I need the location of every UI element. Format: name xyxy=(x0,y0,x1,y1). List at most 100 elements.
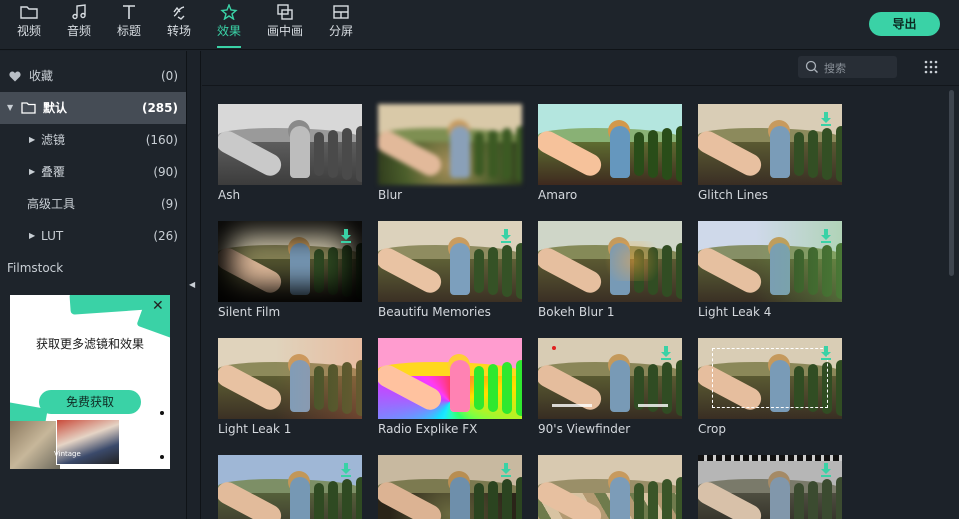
promo-title: 获取更多滤镜和效果 xyxy=(35,337,144,351)
effect-name: Amaro xyxy=(538,188,578,202)
active-tab-indicator xyxy=(217,46,241,48)
sidebar-item-advanced-tools[interactable]: 高级工具 (9) xyxy=(0,188,186,220)
panel-divider xyxy=(202,85,959,86)
effect-thumbnail[interactable] xyxy=(538,221,682,302)
effect-card[interactable] xyxy=(218,455,362,519)
effect-thumbnail[interactable] xyxy=(218,104,362,185)
tab-effects-label: 效果 xyxy=(216,24,241,38)
scrollbar[interactable] xyxy=(949,90,954,276)
effect-thumbnail[interactable] xyxy=(378,338,522,419)
effect-card[interactable] xyxy=(378,455,522,519)
pip-icon xyxy=(277,4,293,20)
music-note-icon xyxy=(72,4,86,20)
tab-split-screen[interactable]: 分屏 xyxy=(319,4,363,44)
filmstock-promo-banner: ✕ 获取更多滤镜和效果 免费获取 Vintage xyxy=(10,295,170,469)
tab-transitions-label: 转场 xyxy=(166,24,191,38)
download-icon[interactable] xyxy=(340,462,352,481)
search-placeholder: 搜索 xyxy=(824,62,846,75)
effect-card[interactable]: 90's Viewfinder xyxy=(538,338,682,438)
effect-name: Ash xyxy=(218,188,241,202)
carousel-dot[interactable] xyxy=(160,411,164,415)
chevron-right-icon[interactable]: ▶ xyxy=(29,124,35,156)
effect-name: Light Leak 1 xyxy=(218,422,292,436)
search-input[interactable]: 搜索 xyxy=(798,56,897,78)
effect-card[interactable]: Silent Film xyxy=(218,221,362,321)
chevron-right-icon[interactable]: ▶ xyxy=(29,220,35,252)
download-icon[interactable] xyxy=(340,228,352,247)
promo-image xyxy=(56,419,120,465)
effect-card[interactable]: Bokeh Blur 1 xyxy=(538,221,682,321)
tab-transitions[interactable]: 转场 xyxy=(157,4,201,44)
effect-card[interactable]: Radio Explike FX xyxy=(378,338,522,438)
chevron-down-icon[interactable]: ▼ xyxy=(7,92,13,124)
sidebar-item-count: (160) xyxy=(145,133,178,147)
download-icon[interactable] xyxy=(820,111,832,130)
sidebar-item-label: 默认 xyxy=(43,101,68,115)
download-icon[interactable] xyxy=(500,462,512,481)
sidebar-item-label: LUT xyxy=(41,229,64,243)
effect-name: Glitch Lines xyxy=(698,188,768,202)
sidebar-item-favorites[interactable]: 收藏 (0) xyxy=(0,60,186,92)
effect-card[interactable]: Amaro xyxy=(538,104,682,204)
tab-audio[interactable]: 音频 xyxy=(57,4,101,44)
effect-card[interactable]: Light Leak 4 xyxy=(698,221,842,321)
effect-name: 90's Viewfinder xyxy=(538,422,631,436)
carousel-dot[interactable] xyxy=(160,455,164,459)
tab-pip[interactable]: 画中画 xyxy=(263,4,307,44)
effect-name: Crop xyxy=(698,422,727,436)
effect-thumbnail[interactable] xyxy=(378,104,522,185)
get-free-button[interactable]: 免费获取 xyxy=(39,390,141,414)
close-icon[interactable]: ✕ xyxy=(152,298,164,314)
effect-card[interactable]: Beautifu Memories xyxy=(378,221,522,321)
effect-name: Beautifu Memories xyxy=(378,305,491,319)
sidebar-item-count: (26) xyxy=(153,229,178,243)
effects-icon xyxy=(220,4,238,20)
download-icon[interactable] xyxy=(820,345,832,364)
tab-titles[interactable]: 标题 xyxy=(107,4,151,44)
sidebar-item-overlays[interactable]: ▶ 叠覆 (90) xyxy=(0,156,186,188)
effect-name: Radio Explike FX xyxy=(378,422,478,436)
effect-card[interactable]: Light Leak 1 xyxy=(218,338,362,438)
split-screen-icon xyxy=(333,5,349,19)
export-button[interactable]: 导出 xyxy=(869,12,940,36)
effect-name: Silent Film xyxy=(218,305,281,319)
sidebar-item-count: (9) xyxy=(161,197,178,211)
download-icon[interactable] xyxy=(820,228,832,247)
tab-video[interactable]: 视频 xyxy=(7,4,51,44)
effect-thumbnail[interactable] xyxy=(538,455,682,519)
download-icon[interactable] xyxy=(660,345,672,364)
sidebar-item-label: 收藏 xyxy=(29,69,54,83)
effect-thumbnail[interactable] xyxy=(538,104,682,185)
folder-icon xyxy=(21,102,36,114)
tab-video-label: 视频 xyxy=(16,24,41,38)
effect-card[interactable]: Crop xyxy=(698,338,842,438)
download-icon[interactable] xyxy=(820,462,832,481)
grid-view-icon[interactable] xyxy=(924,60,938,74)
tab-split-screen-label: 分屏 xyxy=(328,24,353,38)
effect-card[interactable]: Glitch Lines xyxy=(698,104,842,204)
effect-card[interactable] xyxy=(538,455,682,519)
effect-card[interactable] xyxy=(698,455,842,519)
sidebar-item-lut[interactable]: ▶ LUT (26) xyxy=(0,220,186,252)
effect-card[interactable]: Blur xyxy=(378,104,522,204)
promo-image xyxy=(10,421,60,469)
effect-card[interactable]: Ash xyxy=(218,104,362,204)
collapse-sidebar-icon[interactable]: ◀ xyxy=(189,280,195,289)
download-icon[interactable] xyxy=(500,228,512,247)
chevron-right-icon[interactable]: ▶ xyxy=(29,156,35,188)
search-icon xyxy=(805,60,818,73)
sidebar-item-label: 叠覆 xyxy=(41,165,66,179)
effect-thumbnail[interactable] xyxy=(218,338,362,419)
sidebar-item-count: (90) xyxy=(153,165,178,179)
sidebar-item-label: 滤镜 xyxy=(41,133,66,147)
folder-icon xyxy=(20,6,38,19)
sidebar-section-filmstock[interactable]: Filmstock xyxy=(0,252,186,284)
tab-effects[interactable]: 效果 xyxy=(207,4,251,48)
sidebar-item-default[interactable]: ▼ 默认 (285) xyxy=(0,92,186,124)
tab-audio-label: 音频 xyxy=(66,24,91,38)
sidebar-item-count: (285) xyxy=(141,101,178,115)
text-t-icon xyxy=(123,5,135,19)
sidebar-item-filters[interactable]: ▶ 滤镜 (160) xyxy=(0,124,186,156)
top-toolbar: 视频 音频 标题 转场 效果 画中画 分屏 导出 xyxy=(0,0,959,50)
heart-icon xyxy=(9,71,21,82)
